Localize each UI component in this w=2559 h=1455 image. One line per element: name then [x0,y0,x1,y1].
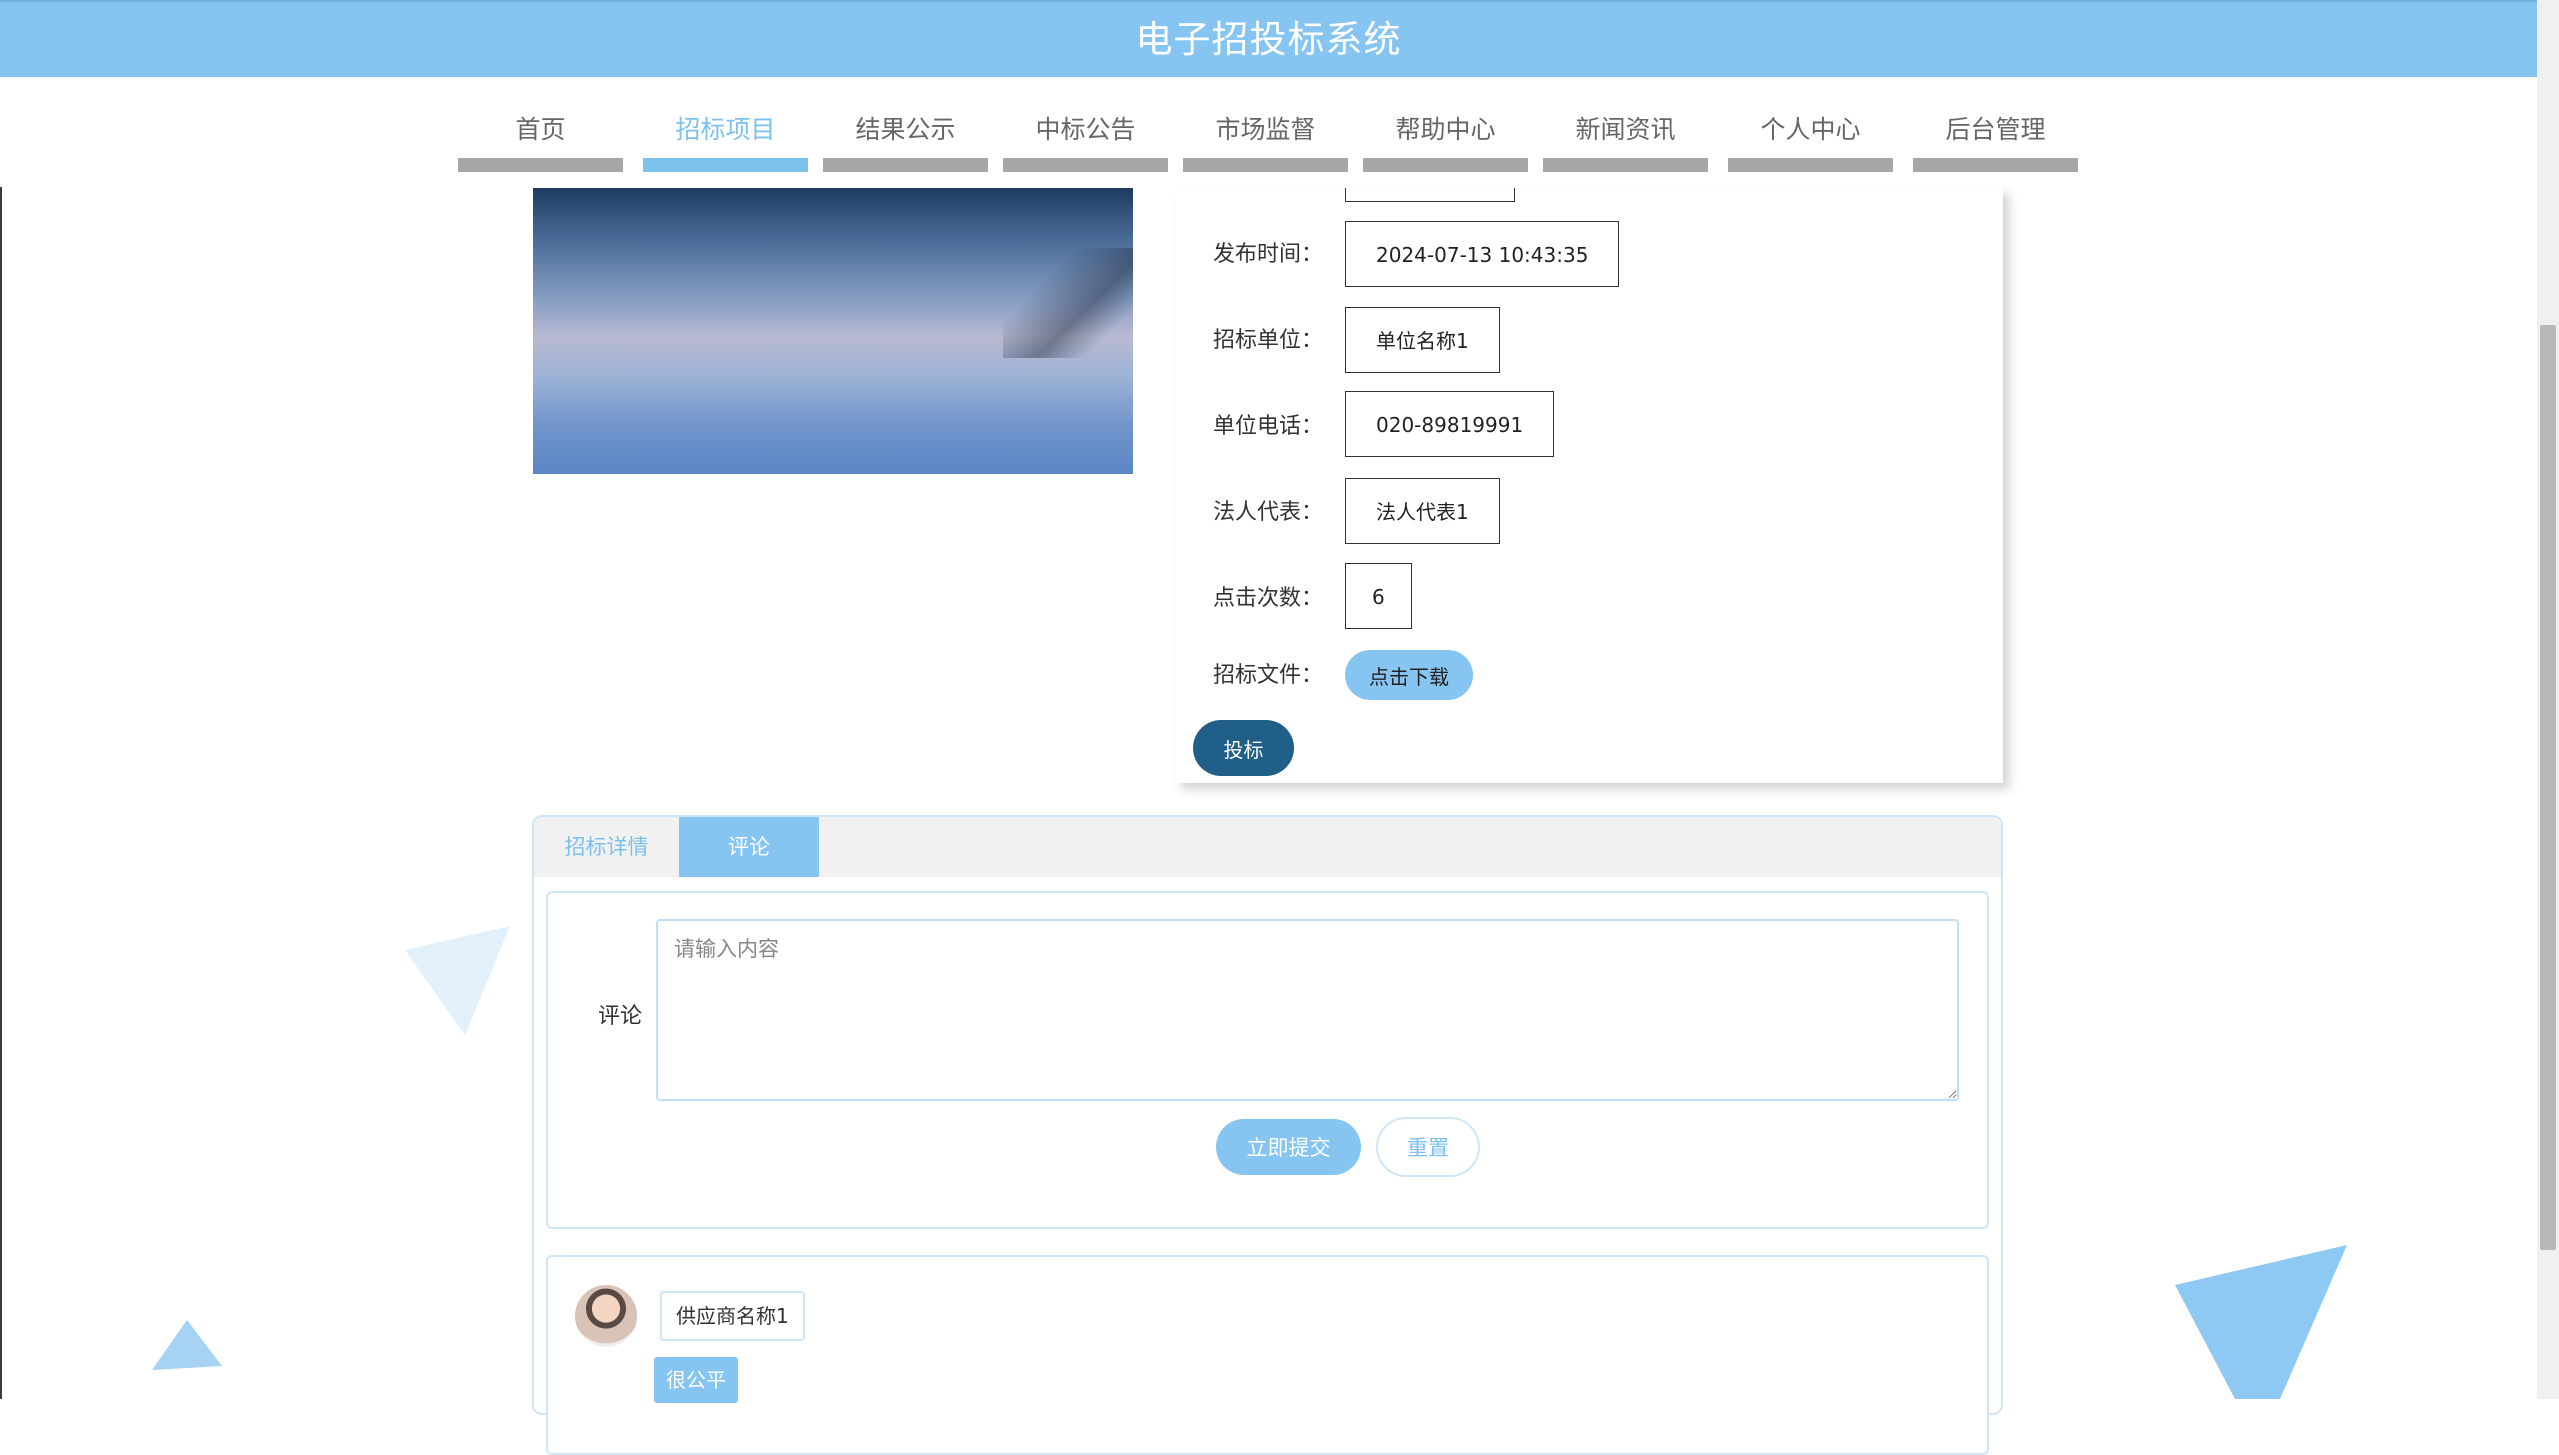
reset-button[interactable]: 重置 [1376,1117,1480,1177]
click-count-value: 6 [1345,563,1412,629]
publish-time-value: 2024-07-13 10:43:35 [1345,221,1620,287]
tab-tender-details[interactable]: 招标详情 [534,817,679,877]
nav-item-tender-projects[interactable]: 招标项目 [643,77,808,172]
comment-item: 供应商名称1 很公平 [546,1255,1989,1455]
bid-button[interactable]: 投标 [1193,720,1294,776]
tab-header: 招标详情 评论 [534,817,2001,877]
project-info-card: 发布时间： 2024-07-13 10:43:35 招标单位： 单位名称1 单位… [1175,188,2003,783]
publish-time-label: 发布时间： [1213,242,1324,267]
frame-edge [0,187,2,1399]
tender-unit-label: 招标单位： [1213,328,1324,353]
site-header: 电子招投标系统 [0,0,2537,77]
download-button[interactable]: 点击下载 [1345,650,1473,700]
nav-item-personal-center[interactable]: 个人中心 [1728,77,1893,172]
nav-item-admin[interactable]: 后台管理 [1913,77,2078,172]
nav-item-home[interactable]: 首页 [458,77,623,172]
scrollbar-thumb[interactable] [2540,325,2556,1250]
project-image [533,188,1133,474]
submit-button[interactable]: 立即提交 [1216,1119,1361,1175]
comment-text: 很公平 [654,1357,738,1403]
tab-comments[interactable]: 评论 [679,817,819,877]
unit-phone-label: 单位电话： [1213,414,1324,439]
tender-unit-value: 单位名称1 [1345,307,1500,373]
decor-triangle [152,1320,222,1370]
page-scrollbar[interactable] [2537,0,2559,1399]
avatar [575,1285,637,1347]
comment-label: 评论 [598,1004,643,1029]
comment-user-name: 供应商名称1 [660,1291,805,1341]
nav-item-results[interactable]: 结果公示 [823,77,988,172]
legal-rep-value: 法人代表1 [1345,478,1500,544]
decor-triangle [405,926,510,1035]
main-nav: 首页 招标项目 结果公示 中标公告 市场监督 帮助中心 新闻资讯 个人中心 后台… [0,77,2537,187]
nav-item-news[interactable]: 新闻资讯 [1543,77,1708,172]
click-count-label: 点击次数： [1213,586,1324,611]
decor-triangle [2175,1245,2347,1399]
nav-item-award-notices[interactable]: 中标公告 [1003,77,1168,172]
field-box-partial [1345,188,1515,202]
site-title: 电子招投标系统 [1135,18,1402,61]
unit-phone-value: 020-89819991 [1345,391,1555,457]
tender-file-label: 招标文件： [1213,663,1324,688]
legal-rep-label: 法人代表： [1213,500,1324,525]
comment-input[interactable] [656,919,1959,1101]
nav-item-help-center[interactable]: 帮助中心 [1363,77,1528,172]
tab-panel: 招标详情 评论 评论 立即提交 重置 供应商名称1 很公平 [532,815,2003,1455]
nav-item-market-supervision[interactable]: 市场监督 [1183,77,1348,172]
comment-form: 评论 立即提交 重置 [546,891,1989,1229]
